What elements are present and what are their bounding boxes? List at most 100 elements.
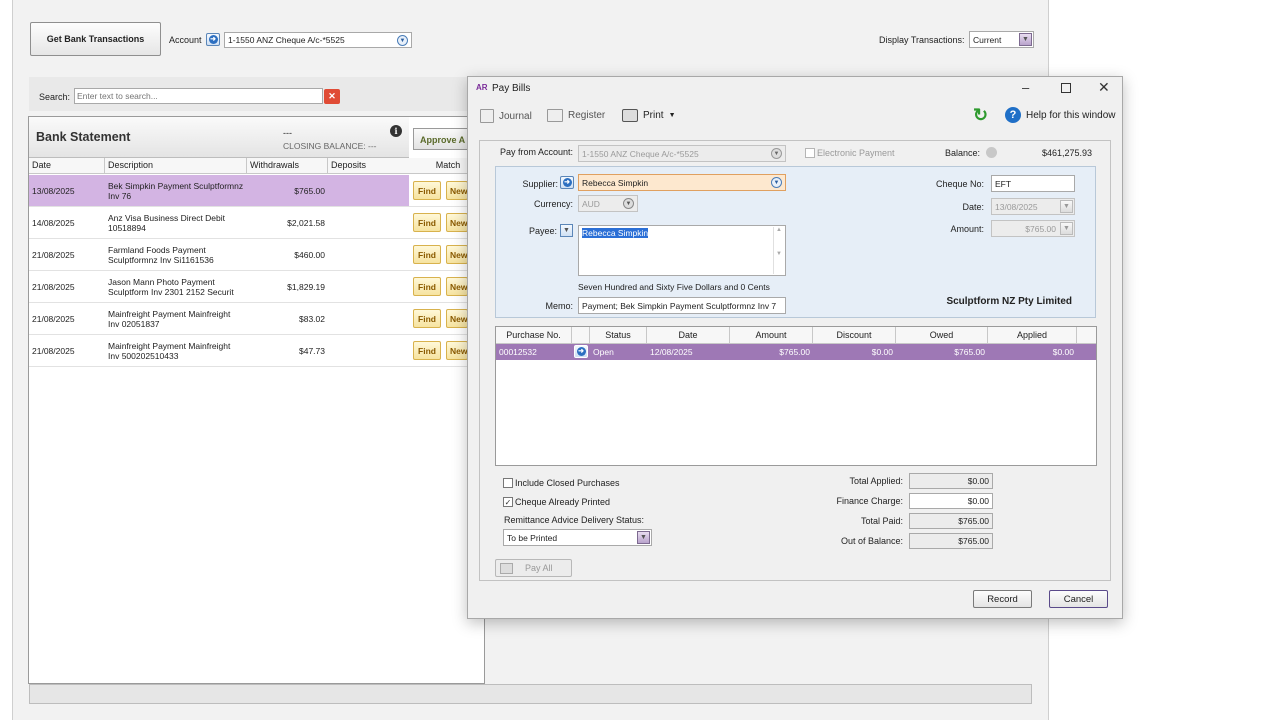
grid-column-owed[interactable]: Owed [896,327,988,344]
payee-label: Payee: [528,226,557,236]
amount-label: Amount: [950,224,984,234]
display-transactions-select[interactable]: Current ▼ [969,31,1034,48]
include-closed-label: Include Closed Purchases [515,478,620,488]
memo-input[interactable]: Payment; Bek Simpkin Payment Sculptformn… [578,297,786,314]
close-icon[interactable]: ✕ [1098,79,1110,96]
cancel-button[interactable]: Cancel [1049,590,1108,608]
dialog-toolbar: Journal Register Print ▼ ↻ ? Help for th… [468,101,1122,131]
find-button[interactable]: Find [413,213,441,232]
payee-value: Rebecca Simpkin [582,228,649,238]
new-button[interactable]: New [446,245,468,264]
column-withdrawals[interactable]: Withdrawals [247,158,328,174]
date-value: 13/08/2025 [995,201,1038,212]
grid-column-applied[interactable]: Applied [988,327,1077,344]
checkbox-icon [805,148,815,158]
amount-input[interactable]: $765.00 ▼ [991,220,1075,237]
account-select[interactable]: 1-1550 ANZ Cheque A/c-*5525 ▼ [224,32,412,48]
display-transactions-label: Display Transactions: [879,35,965,45]
date-input[interactable]: 13/08/2025 ▼ [991,198,1075,215]
cell-date: 13/08/2025 [32,186,75,196]
find-button[interactable]: Find [413,309,441,328]
currency-select[interactable]: AUD ▼ [578,195,638,212]
bottom-scrollbar[interactable] [29,684,1032,704]
journal-icon [480,109,494,123]
remittance-select[interactable]: To be Printed ▼ [503,529,652,546]
find-button[interactable]: Find [413,181,441,200]
info-icon[interactable]: i [390,125,402,137]
refresh-icon[interactable]: ↻ [973,105,988,125]
grid-column-status[interactable]: Status [590,327,647,344]
arrow-right-icon: ➜ [576,347,586,356]
calendar-dropdown-icon: ▼ [1060,200,1073,213]
grid-row[interactable]: 00012532 ➜ Open 12/08/2025 $765.00 $0.00… [496,344,1096,360]
record-button[interactable]: Record [973,590,1032,608]
grid-column-date[interactable]: Date [647,327,730,344]
finance-charge-label: Finance Charge: [836,496,903,506]
textarea-scrollbar[interactable]: ▲ ▼ [773,227,784,274]
chevron-down-icon: ▼ [668,112,676,119]
maximize-icon[interactable] [1061,83,1071,93]
date-label: Date: [962,202,984,212]
register-label: Register [568,110,606,121]
column-description[interactable]: Description [105,158,247,174]
cheque-printed-checkbox[interactable]: ✓ Cheque Already Printed [503,497,610,507]
column-deposits[interactable]: Deposits [328,158,409,174]
include-closed-checkbox[interactable]: Include Closed Purchases [503,478,620,488]
statement-row[interactable]: 21/08/2025 Jason Mann Photo Payment Sculp… [29,271,409,303]
find-button[interactable]: Find [413,341,441,360]
help-label: Help for this window [1026,109,1116,121]
column-date[interactable]: Date [29,158,105,174]
cell-withdrawal: $1,829.19 [287,282,325,292]
finance-charge-input[interactable]: $0.00 [909,493,993,509]
pay-from-select[interactable]: 1-1550 ANZ Cheque A/c-*5525 ▼ [578,145,786,162]
supplier-link-button[interactable]: ➜ [560,176,574,189]
purchases-grid: Purchase No. Status Date Amount Discount… [495,326,1097,466]
statement-row[interactable]: 13/08/2025 Bek Simpkin Payment Sculptform… [29,175,409,207]
supplier-select[interactable]: Rebecca Simpkin ▼ [578,174,786,191]
cell-purchase-no: 00012532 [499,347,537,357]
pay-from-label: Pay from Account: [499,147,573,157]
payee-dropdown-button[interactable]: ▼ [560,224,573,237]
print-button[interactable]: Print ▼ [622,109,676,122]
pay-all-button[interactable]: Pay All [495,559,572,577]
new-button[interactable]: New [446,341,468,360]
chevron-down-icon: ▼ [623,198,634,209]
cell-description: Mainfreight Payment Mainfreight Inv 5002… [108,341,231,361]
find-button[interactable]: Find [413,245,441,264]
find-button[interactable]: Find [413,277,441,296]
search-input[interactable] [74,88,323,104]
balance-arrow-icon[interactable] [986,147,997,158]
payee-textarea[interactable]: Rebecca Simpkin ▲ ▼ [578,225,786,276]
cheque-no-input[interactable]: EFT [991,175,1075,192]
cell-amount: $765.00 [779,347,810,357]
pay-from-value: 1-1550 ANZ Cheque A/c-*5525 [582,148,699,159]
statement-row[interactable]: 21/08/2025 Farmland Foods Payment Sculptf… [29,239,409,271]
account-link-button[interactable]: ➜ [206,33,220,46]
new-button[interactable]: New [446,181,468,200]
journal-button[interactable]: Journal [480,109,532,123]
statement-row[interactable]: 21/08/2025 Mainfreight Payment Mainfreigh… [29,335,409,367]
help-icon: ? [1005,107,1021,123]
register-button[interactable]: Register [547,109,605,122]
help-button[interactable]: ? Help for this window [1005,107,1115,123]
minimize-icon[interactable]: – [1022,80,1029,95]
search-label: Search: [39,92,71,102]
cell-date: 21/08/2025 [32,314,75,324]
electronic-payment-checkbox[interactable]: Electronic Payment [805,148,895,158]
purchase-link-button[interactable]: ➜ [574,345,588,358]
cell-date: 12/08/2025 [650,347,693,357]
grid-column-amount[interactable]: Amount [730,327,813,344]
new-button[interactable]: New [446,277,468,296]
cell-withdrawal: $47.73 [299,346,325,356]
grid-column-discount[interactable]: Discount [813,327,896,344]
get-bank-transactions-button[interactable]: Get Bank Transactions [30,22,161,56]
pay-bills-dialog: AR Pay Bills – ✕ Journal Register Print … [467,76,1123,619]
dialog-title: Pay Bills [492,83,531,94]
new-button[interactable]: New [446,213,468,232]
new-button[interactable]: New [446,309,468,328]
statement-row[interactable]: 21/08/2025 Mainfreight Payment Mainfreigh… [29,303,409,335]
closing-dash: --- [283,128,292,138]
statement-row[interactable]: 14/08/2025 Anz Visa Business Direct Debit… [29,207,409,239]
grid-column-purchase-no[interactable]: Purchase No. [496,327,572,344]
clear-search-icon[interactable]: ✕ [324,89,340,104]
